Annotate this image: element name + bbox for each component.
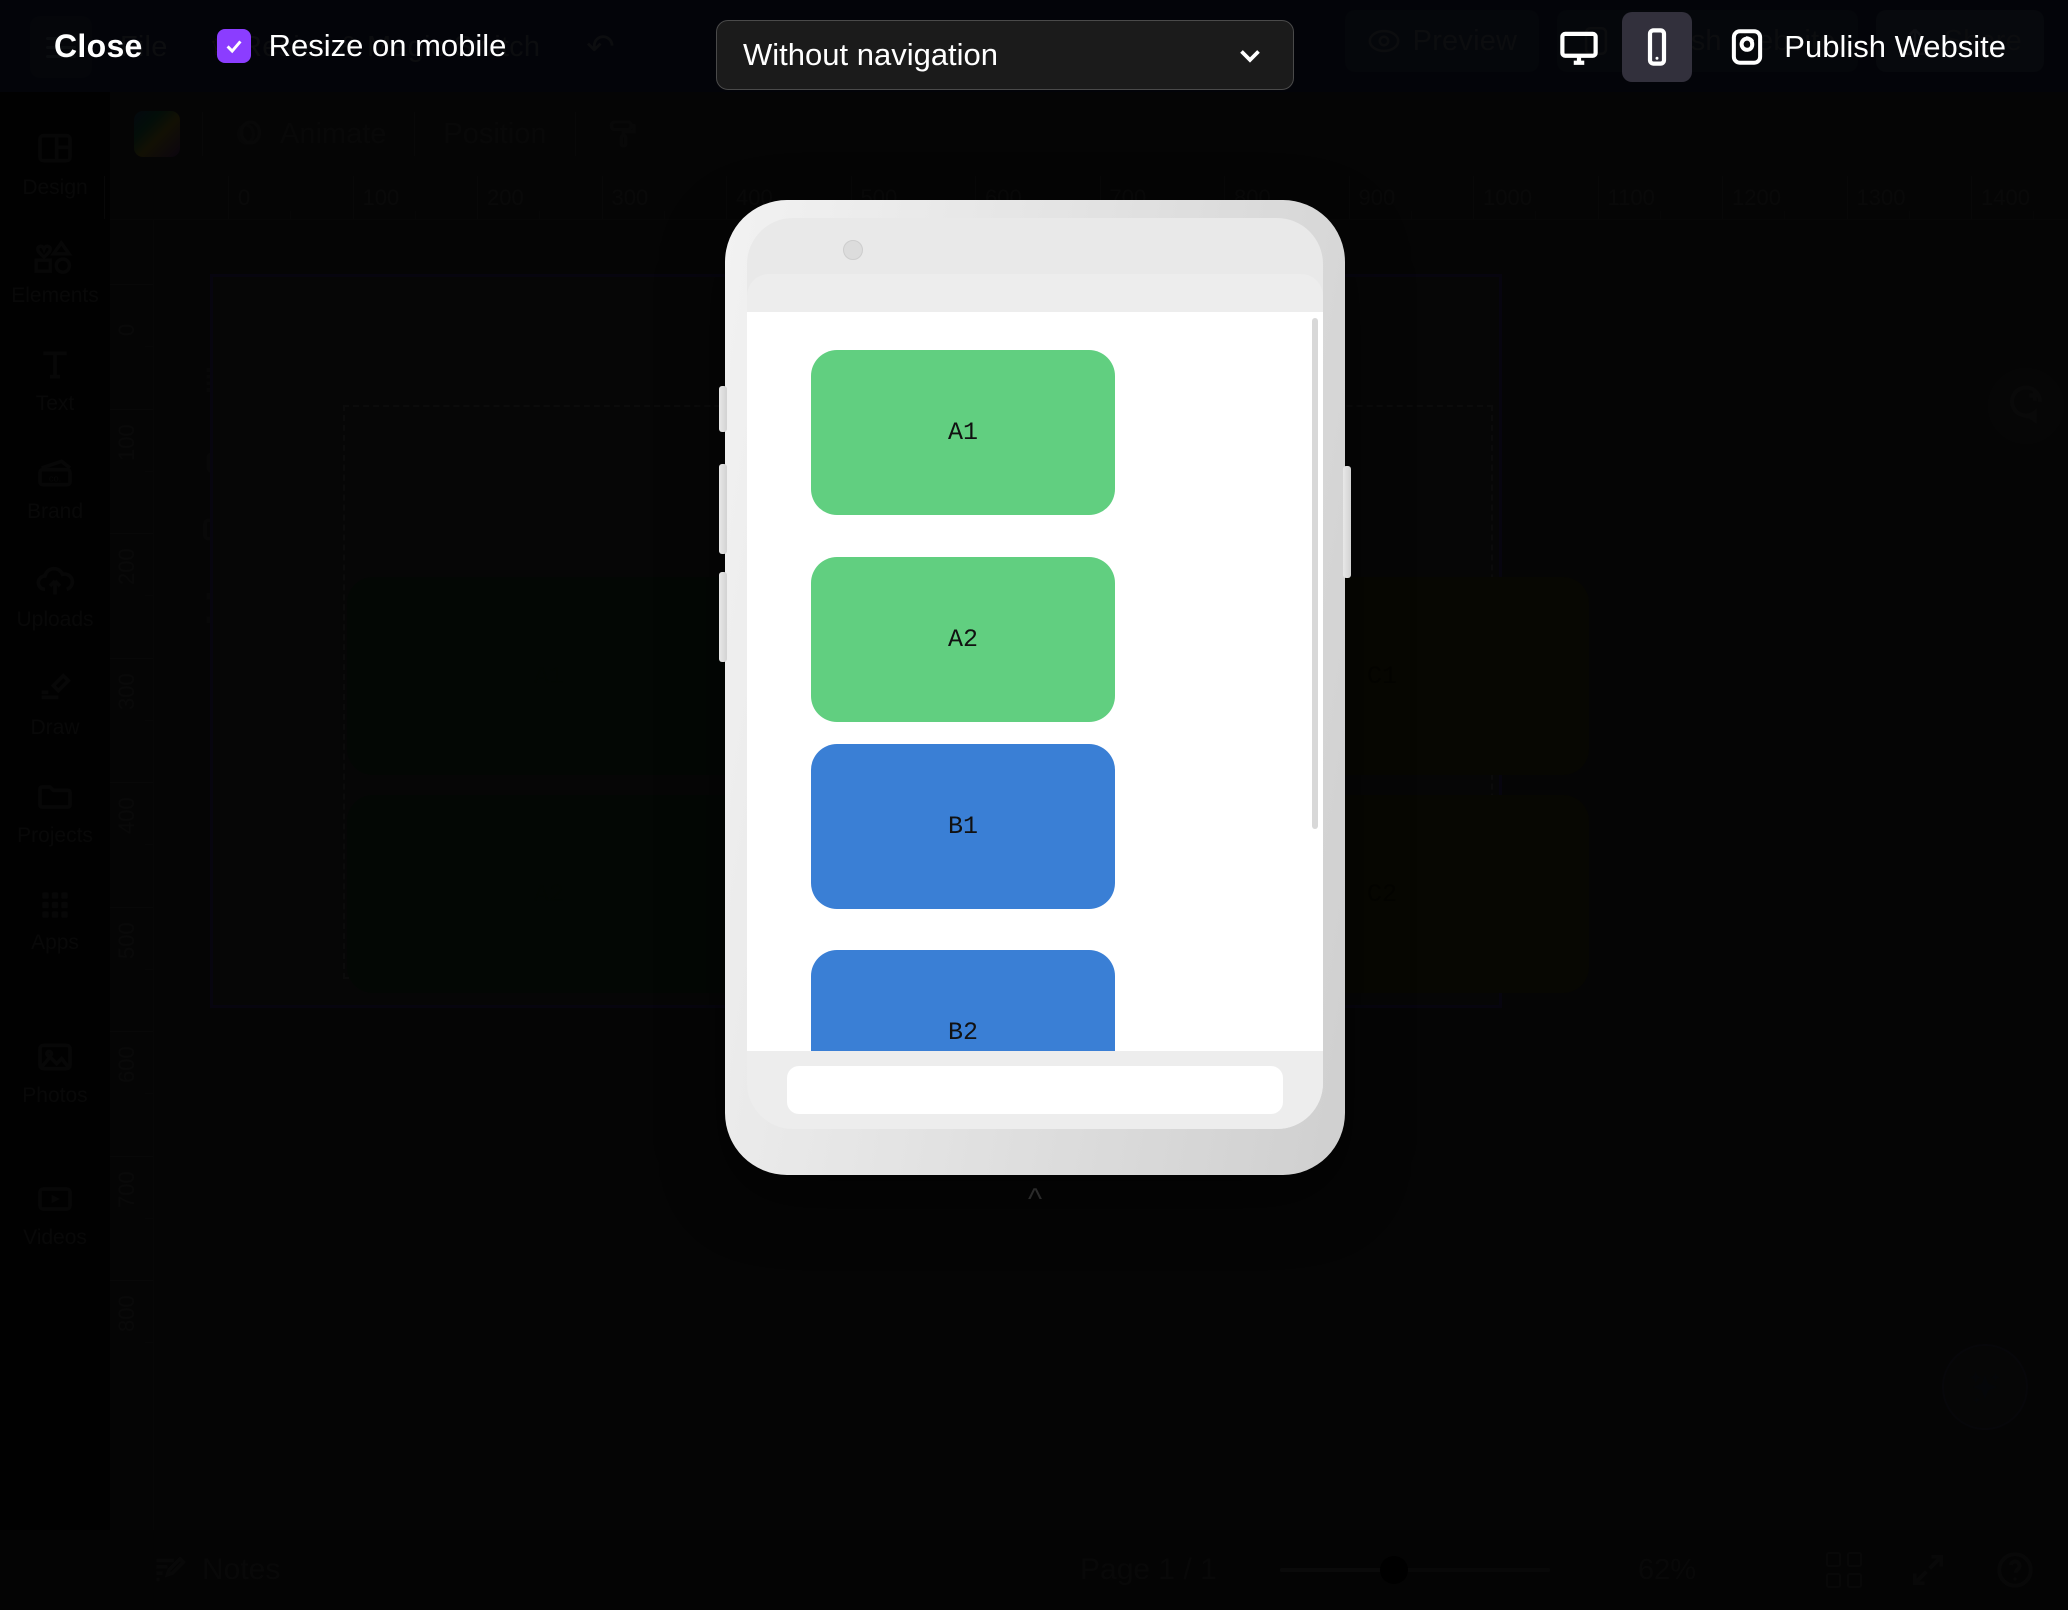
overlay-right-controls: Publish Website	[1544, 12, 2032, 82]
chevron-down-icon	[1240, 50, 1260, 63]
resize-on-mobile-label: Resize on mobile	[268, 28, 507, 63]
publish-website-button[interactable]: Publish Website	[1700, 12, 2032, 82]
resize-on-mobile-checkbox[interactable]: Resize on mobile	[216, 28, 507, 64]
publish-icon	[1732, 29, 1763, 65]
phone-screen-bezel: A1 A2 B1 B2 C1	[747, 218, 1323, 1129]
desktop-icon	[1560, 31, 1599, 65]
preview-card-label: A2	[947, 625, 978, 654]
phone-side-button-middle	[719, 464, 727, 554]
checkbox-box[interactable]	[216, 29, 251, 63]
mobile-icon	[1648, 28, 1667, 66]
preview-card-a2[interactable]: A2	[811, 557, 1115, 722]
chevron-up-icon[interactable]: ^	[1028, 1183, 1042, 1217]
device-toggle-desktop[interactable]	[1544, 12, 1614, 82]
preview-card-label: B1	[947, 812, 978, 841]
preview-card-label: B2	[947, 1018, 978, 1047]
phone-status-bar	[747, 274, 1323, 312]
phone-home-area	[747, 1051, 1323, 1129]
navigation-select[interactable]: Without navigation	[716, 20, 1294, 90]
preview-card-b1[interactable]: B1	[811, 744, 1115, 909]
phone-power-button	[1343, 466, 1351, 578]
navigation-select-value: Without navigation	[743, 37, 999, 72]
preview-card-label: A1	[947, 418, 978, 447]
phone-viewport[interactable]: A1 A2 B1 B2 C1	[747, 312, 1323, 1051]
preview-card-b2[interactable]: B2	[811, 950, 1115, 1051]
phone-scrollbar[interactable]	[1312, 318, 1318, 830]
mobile-preview-device: A1 A2 B1 B2 C1 ^	[719, 200, 1351, 1216]
preview-card-a1[interactable]: A1	[811, 350, 1115, 515]
publish-website-label: Publish Website	[1784, 29, 2006, 64]
close-button[interactable]: Close	[54, 28, 143, 65]
phone-side-button-top	[719, 386, 727, 432]
checkmark-icon	[226, 40, 242, 54]
phone-side-button-bottom	[719, 572, 727, 662]
home-bar	[787, 1066, 1283, 1114]
device-toggle-mobile[interactable]	[1622, 12, 1693, 82]
front-camera-icon	[843, 240, 863, 260]
